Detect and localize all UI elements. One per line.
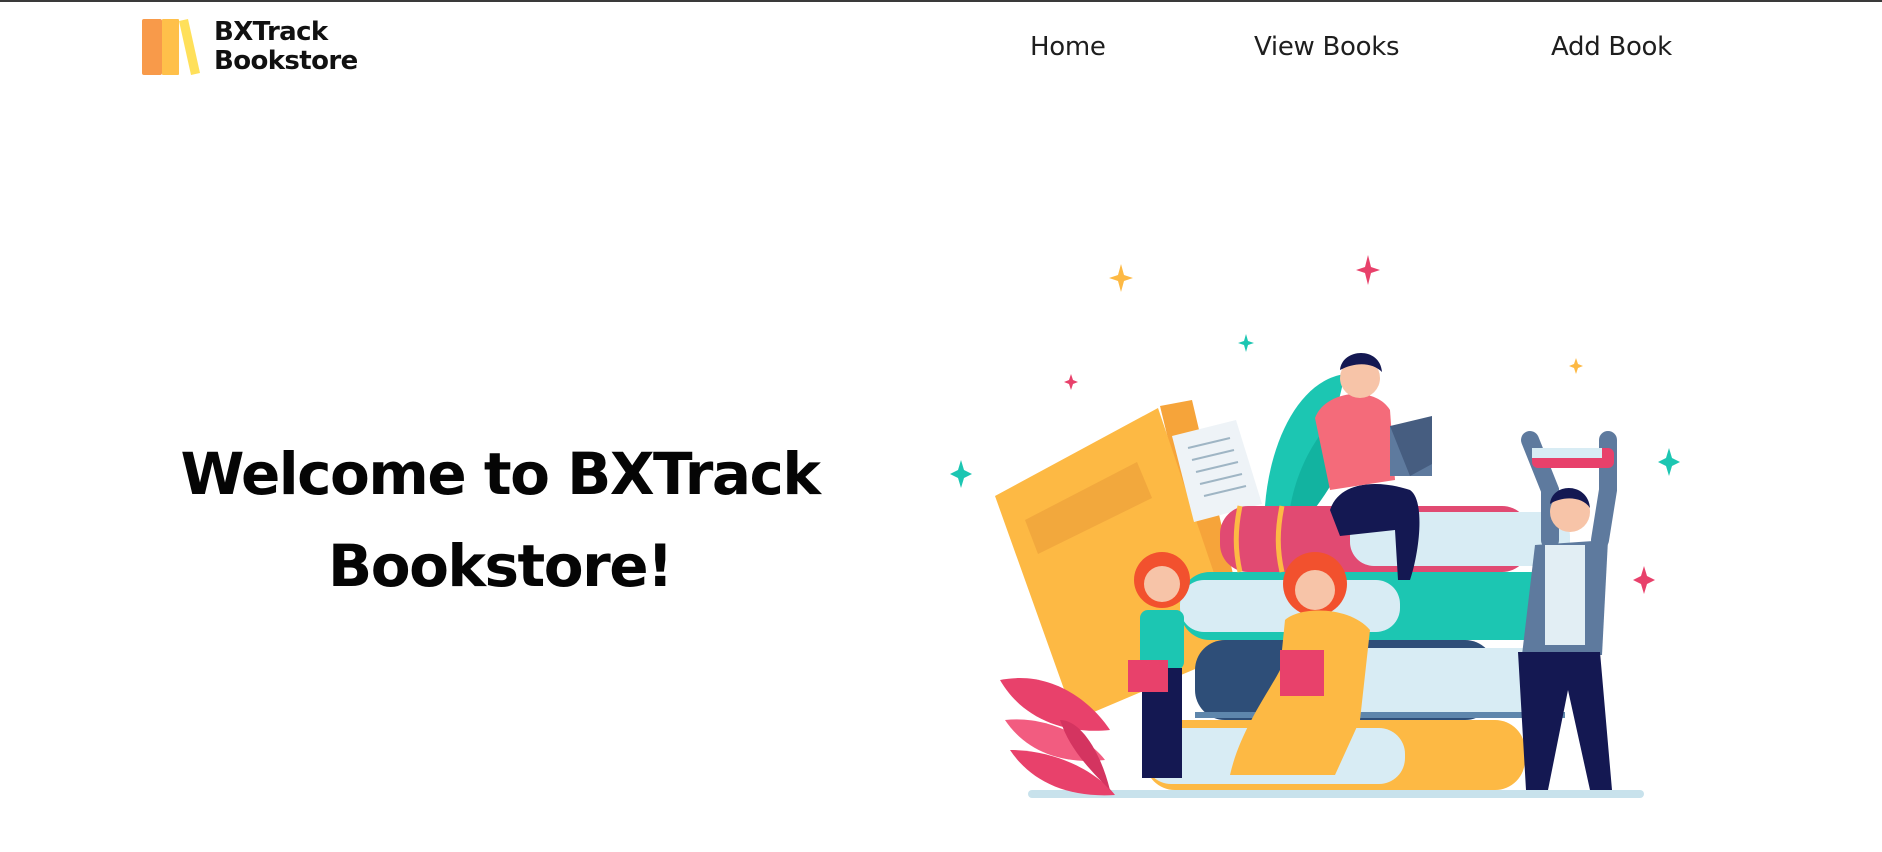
books-logo-icon	[142, 19, 200, 75]
nav-add-book-link[interactable]: Add Book	[1551, 32, 1672, 62]
hero-title: Welcome to BXTrack Bookstore!	[150, 428, 850, 612]
brand-name: BXTrack Bookstore	[214, 18, 358, 76]
nav-view-books-link[interactable]: View Books	[1254, 32, 1400, 62]
navbar: BXTrack Bookstore Home View Books Add Bo…	[0, 2, 1882, 98]
man-standing-with-book	[1518, 431, 1617, 790]
brand-link[interactable]: BXTrack Bookstore	[142, 16, 358, 78]
girl-standing	[1128, 552, 1190, 778]
hero-title-line2: Bookstore!	[328, 532, 673, 600]
nav-home-link[interactable]: Home	[1030, 32, 1106, 62]
hero-title-line1: Welcome to BXTrack	[180, 440, 821, 508]
brand-name-line2: Bookstore	[214, 46, 358, 76]
brand-name-line1: BXTrack	[214, 17, 328, 47]
people-reading-books-illustration	[950, 255, 1680, 798]
